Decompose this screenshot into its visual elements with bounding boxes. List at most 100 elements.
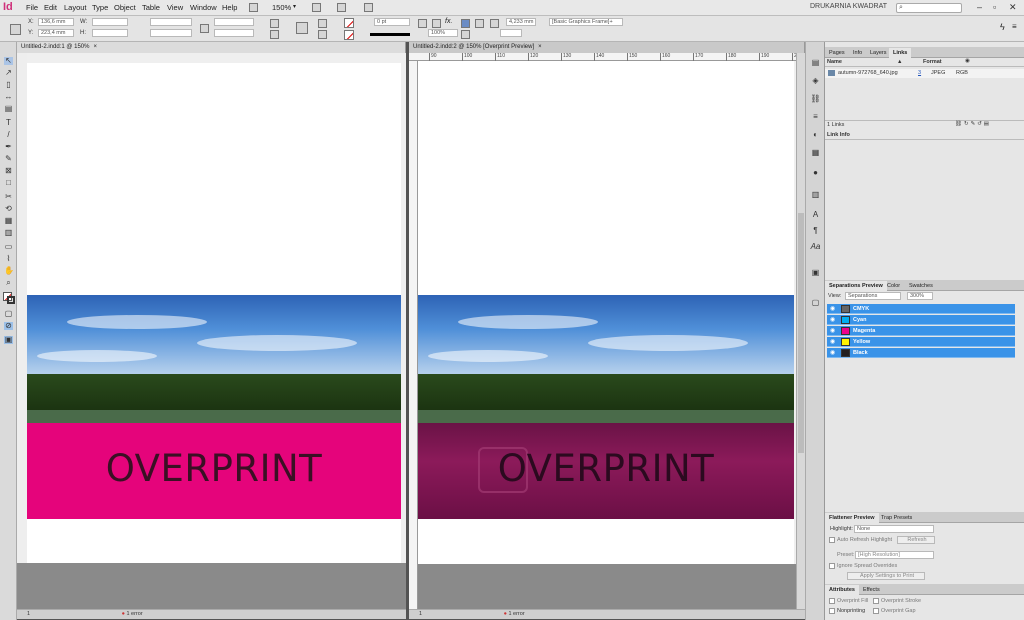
panel-menu-icon[interactable]: ≡ <box>1012 22 1017 31</box>
eye-icon[interactable]: ◉ <box>830 338 835 346</box>
character-styles-icon[interactable]: Aa <box>810 242 821 252</box>
overprint-fill-checkbox[interactable] <box>829 598 835 604</box>
hand-tool-icon[interactable]: ✋ <box>4 267 14 275</box>
separation-row[interactable]: ◉ Cyan <box>827 315 1015 325</box>
scroll-thumb[interactable] <box>798 213 804 453</box>
select-content-icon[interactable] <box>318 30 327 39</box>
vertical-scrollbar[interactable] <box>796 53 805 609</box>
magenta-box[interactable]: OVERPRINT <box>27 423 401 519</box>
direct-selection-tool-icon[interactable]: ↗ <box>4 69 13 77</box>
menu-window[interactable]: Window <box>190 3 217 12</box>
overprint-text[interactable]: OVERPRINT <box>418 447 794 490</box>
zoom-tool-icon[interactable]: ⌕ <box>4 279 13 287</box>
gap-tool-icon[interactable]: ↔ <box>4 93 13 101</box>
text-wrap-icon[interactable] <box>296 22 308 34</box>
w-field[interactable] <box>92 18 128 26</box>
overprint-stroke-checkbox[interactable] <box>873 598 879 604</box>
center-content-icon[interactable] <box>490 19 499 28</box>
tab-flattener-preview[interactable]: Flattener Preview <box>825 513 879 523</box>
cc-libraries-icon[interactable]: ● <box>810 168 821 178</box>
view-select[interactable]: Separations <box>845 292 901 300</box>
user-name[interactable]: DRUKARNIA KWADRAT <box>810 3 887 10</box>
separation-row[interactable]: ◉ Black <box>827 348 1015 358</box>
page-number[interactable]: 1 <box>419 611 422 617</box>
fit-frame-icon[interactable] <box>432 19 441 28</box>
page-tool-icon[interactable]: ▯ <box>4 81 13 89</box>
rotate-field[interactable] <box>214 18 254 26</box>
select-container-icon[interactable] <box>318 19 327 28</box>
gradient-swatch-tool-icon[interactable]: ▦ <box>4 217 13 225</box>
character-icon[interactable]: A <box>810 210 821 220</box>
stroke-color-icon[interactable] <box>7 296 15 304</box>
chevron-down-icon[interactable]: ▾ <box>293 3 296 10</box>
selection-tool-icon[interactable]: ↖ <box>4 57 13 65</box>
separation-row[interactable]: ◉ CMYK <box>827 304 1015 314</box>
overprint-text[interactable]: OVERPRINT <box>27 447 401 490</box>
eye-icon[interactable]: ◉ <box>830 327 835 335</box>
tab-close-icon[interactable]: × <box>538 44 542 50</box>
link-row[interactable]: autumn-972768_640.jpg 3 JPEG RGB <box>825 69 1024 78</box>
fill-swatch-icon[interactable] <box>344 18 354 28</box>
tab-attributes[interactable]: Attributes <box>825 585 859 595</box>
tab-separations-preview[interactable]: Separations Preview <box>825 281 887 291</box>
tab-document-1[interactable]: Untitled-2.indd:1 @ 150% × <box>17 42 406 53</box>
menu-edit[interactable]: Edit <box>44 3 57 12</box>
zoom-select[interactable]: 300% <box>907 292 933 300</box>
stroke-type-selector[interactable] <box>370 33 410 36</box>
restore-icon[interactable]: ▫ <box>993 2 996 12</box>
lightning-icon[interactable]: ϟ <box>1000 22 1005 32</box>
opacity-field[interactable]: 100% <box>428 29 458 37</box>
separations-icon[interactable]: ▣ <box>810 268 821 278</box>
link-actions-icon[interactable]: ⛓↻✎↺▤ <box>955 121 991 127</box>
view-options-icon[interactable] <box>312 3 321 12</box>
close-icon[interactable]: ✕ <box>1009 2 1017 13</box>
pages-icon[interactable]: ▤ <box>810 58 821 68</box>
menu-type[interactable]: Type <box>92 3 108 12</box>
link-page-number[interactable]: 3 <box>918 70 921 76</box>
flip-icon[interactable] <box>270 30 279 39</box>
paragraph-icon[interactable]: ¶ <box>810 226 821 236</box>
link-info-header[interactable]: Link Info <box>825 130 1024 140</box>
reference-point-icon[interactable] <box>10 24 21 35</box>
minimize-icon[interactable]: – <box>977 2 982 12</box>
shear-field[interactable] <box>214 29 254 37</box>
tab-pages[interactable]: Pages <box>825 48 849 58</box>
pasteboard-right[interactable]: OVERPRINT <box>418 61 796 609</box>
tab-document-2[interactable]: Untitled-2.indd:2 @ 150% [Overprint Prev… <box>409 42 805 53</box>
tab-info[interactable]: Info <box>849 48 866 58</box>
auto-refresh-checkbox[interactable] <box>829 537 835 543</box>
tab-layers[interactable]: Layers <box>866 48 891 58</box>
free-transform-tool-icon[interactable]: ⟲ <box>4 205 13 213</box>
stroke-icon[interactable]: ≡ <box>810 112 821 122</box>
scissors-tool-icon[interactable]: ✂ <box>4 193 13 201</box>
scale-y-field[interactable] <box>150 29 192 37</box>
bridge-icon[interactable] <box>249 3 258 12</box>
col-name[interactable]: Name <box>827 59 842 65</box>
fx-icon[interactable]: fx. <box>445 18 452 25</box>
text-wrap-panel-icon[interactable]: ▥ <box>810 190 821 200</box>
separation-row[interactable]: ◉ Magenta <box>827 326 1015 336</box>
menu-file[interactable]: File <box>26 3 38 12</box>
object-style-selector[interactable]: [Basic Graphics Frame]+ <box>549 18 623 26</box>
color-icon[interactable]: ◐ <box>810 130 821 140</box>
y-field[interactable]: 223,4 mm <box>38 29 74 37</box>
tab-effects[interactable]: Effects <box>859 585 884 595</box>
line-tool-icon[interactable]: / <box>4 131 13 139</box>
corner-options-icon[interactable] <box>461 30 470 39</box>
tab-trap-presets[interactable]: Trap Presets <box>877 513 916 523</box>
constrain-proportions-icon[interactable] <box>200 24 209 33</box>
content-collector-icon[interactable]: ▤ <box>4 105 13 113</box>
stroke-weight-field[interactable]: 0 pt <box>374 18 410 26</box>
frame-fitting-icon[interactable] <box>461 19 470 28</box>
overprinted-magenta-box[interactable]: OVERPRINT <box>418 423 794 519</box>
tab-swatches[interactable]: Swatches <box>905 281 937 291</box>
search-input[interactable]: ⌕ <box>896 3 962 13</box>
menu-help[interactable]: Help <box>222 3 237 12</box>
tab-links[interactable]: Links <box>889 48 912 58</box>
preflight-status[interactable]: 1 error <box>508 611 524 617</box>
tab-close-icon[interactable]: × <box>93 44 97 50</box>
separation-row[interactable]: ◉ Yellow <box>827 337 1015 347</box>
arrange-documents-icon[interactable] <box>364 3 373 12</box>
stroke-width-field[interactable]: 4,233 mm <box>506 18 536 26</box>
apply-settings-button[interactable]: Apply Settings to Print <box>847 572 925 580</box>
